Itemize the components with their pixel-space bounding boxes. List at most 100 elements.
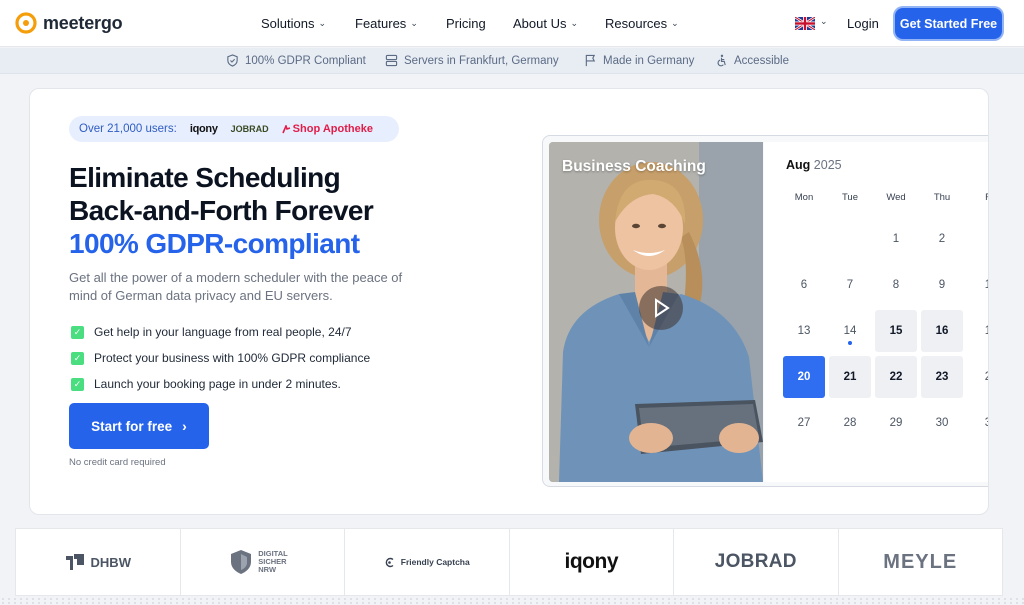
top-navigation: meetergo Solutions ⌄ Features ⌄ Pricing … [0, 0, 1024, 47]
shield-check-icon [227, 54, 238, 67]
booking-widget: Business Coaching Aug 2025 Mon Tue Wed Thu F… [542, 135, 988, 487]
jobrad-text: JOBRAD [714, 551, 797, 572]
trust-bar: 100% GDPR Compliant Servers in Frankfurt… [0, 48, 1024, 74]
trust-gdpr: 100% GDPR Compliant [226, 54, 366, 67]
hero-subtext: Get all the power of a modern scheduler … [69, 270, 403, 303]
nav-about-label: About Us [513, 16, 567, 31]
calendar-day[interactable]: 2 [921, 218, 963, 260]
nav-pricing-label: Pricing [446, 16, 486, 31]
brand-jobrad: JOBRAD [230, 124, 269, 134]
hero-headline: Eliminate Scheduling Back-and-Forth Fore… [69, 161, 374, 260]
calendar-day[interactable]: 9 [921, 264, 963, 306]
calendar-day[interactable]: 15 [875, 310, 917, 352]
nav-features[interactable]: Features ⌄ [355, 16, 418, 31]
start-button-label: Start for free [91, 418, 173, 434]
weekday-label: Thu [933, 192, 951, 203]
headline-line-1: Eliminate Scheduling [69, 162, 341, 193]
logo-digital-sicher-nrw: DIGITAL SICHER NRW [181, 529, 345, 595]
nav-pricing[interactable]: Pricing [446, 16, 486, 31]
users-label: Over 21,000 users: [79, 123, 177, 135]
friendly-captcha-icon [385, 557, 394, 567]
checklist-text: Protect your business with 100% GDPR com… [94, 351, 371, 365]
calendar-day[interactable]: 22 [875, 356, 917, 398]
nav-solutions[interactable]: Solutions ⌄ [261, 16, 326, 31]
customer-logo-strip: DHBW DIGITAL SICHER NRW Friendly Captcha… [15, 528, 1003, 596]
calendar-day[interactable]: 28 [829, 402, 871, 444]
calendar: Aug 2025 MonTueWedThuF 12678911314151612… [764, 142, 988, 482]
calendar-day[interactable]: 16 [921, 310, 963, 352]
feature-checklist: ✓ Get help in your language from real pe… [71, 319, 370, 397]
calendar-day[interactable]: 1 [967, 310, 988, 352]
logo-iqony: iqony [510, 529, 674, 595]
calendar-day[interactable]: 13 [783, 310, 825, 352]
checklist-text: Launch your booking page in under 2 minu… [94, 377, 341, 391]
checklist-item: ✓ Launch your booking page in under 2 mi… [71, 371, 370, 397]
chevron-down-icon: ⌄ [410, 18, 418, 28]
trust-made-in-germany: Made in Germany [584, 54, 694, 67]
checklist-item: ✓ Protect your business with 100% GDPR c… [71, 345, 370, 371]
month-label: Aug [786, 158, 811, 172]
calendar-day[interactable]: 27 [783, 402, 825, 444]
start-for-free-button[interactable]: Start for free › [69, 403, 209, 449]
shop-apotheke-icon [281, 124, 290, 133]
weekday-label: Tue [841, 192, 859, 203]
chevron-down-icon: ⌄ [671, 18, 679, 28]
calendar-day[interactable]: 14 [829, 310, 871, 352]
calendar-month: Aug 2025 [786, 158, 842, 172]
nav-resources[interactable]: Resources ⌄ [605, 16, 679, 31]
trust-accessible-label: Accessible [734, 54, 789, 67]
nav-about-us[interactable]: About Us ⌄ [513, 16, 578, 31]
calendar-day[interactable]: 2 [967, 356, 988, 398]
calendar-day[interactable]: 30 [921, 402, 963, 444]
uk-flag-icon[interactable] [795, 17, 815, 30]
dhbw-emblem-icon [65, 554, 84, 570]
logo-text: meetergo [43, 12, 123, 33]
login-link[interactable]: Login [847, 16, 879, 31]
logo-meyle: MEYLE [839, 529, 1003, 595]
weekday-label: Wed [886, 192, 906, 203]
trust-accessible: Accessible [715, 54, 789, 67]
language-chevron-icon[interactable]: ⌄ [820, 16, 828, 27]
decorative-dot-pattern [0, 597, 1024, 605]
calendar-day[interactable]: 7 [829, 264, 871, 306]
logo-dhbw: DHBW [16, 529, 181, 595]
nav-resources-label: Resources [605, 16, 668, 31]
checkmark-icon: ✓ [71, 325, 84, 339]
play-button[interactable] [639, 286, 683, 330]
users-pill: Over 21,000 users: iqony JOBRAD Shop Apo… [69, 116, 399, 142]
checkmark-icon: ✓ [71, 377, 84, 391]
trust-gdpr-label: 100% GDPR Compliant [245, 54, 366, 67]
headline-line-3: 100% GDPR-compliant [69, 228, 360, 259]
video-preview[interactable]: Business Coaching [549, 142, 763, 482]
brand-iqony: iqony [189, 123, 218, 135]
calendar-day[interactable]: 20 [783, 356, 825, 398]
dhbw-text: DHBW [90, 554, 131, 570]
year-label: 2025 [813, 158, 842, 172]
trust-servers-label: Servers in Frankfurt, Germany [404, 54, 559, 67]
digital-sicher-text: DIGITAL SICHER NRW [258, 549, 288, 574]
play-icon [655, 298, 670, 318]
flag-icon [585, 54, 596, 67]
weekday-label: Mon [794, 192, 814, 203]
calendar-day[interactable]: 3 [967, 402, 988, 444]
calendar-day[interactable]: 23 [921, 356, 963, 398]
checkmark-icon: ✓ [71, 351, 84, 365]
calendar-day[interactable]: 21 [829, 356, 871, 398]
meetergo-logo[interactable]: meetergo [15, 12, 123, 34]
calendar-day[interactable]: 8 [875, 264, 917, 306]
chevron-down-icon: ⌄ [570, 18, 579, 28]
no-credit-card-note: No credit card required [69, 457, 166, 468]
chevron-right-icon: › [182, 418, 187, 434]
checklist-text: Get help in your language from real peop… [94, 325, 352, 339]
server-icon [385, 54, 398, 67]
meyle-text: MEYLE [883, 550, 958, 573]
nav-features-label: Features [355, 16, 407, 31]
friendly-captcha-text: Friendly Captcha [400, 557, 470, 567]
get-started-button[interactable]: Get Started Free [895, 8, 1002, 39]
calendar-day[interactable]: 6 [783, 264, 825, 306]
shield-emblem-icon [231, 550, 252, 574]
calendar-day[interactable]: 1 [967, 264, 988, 306]
accessibility-icon [717, 54, 726, 67]
calendar-day[interactable]: 29 [875, 402, 917, 444]
calendar-day[interactable]: 1 [875, 218, 917, 260]
